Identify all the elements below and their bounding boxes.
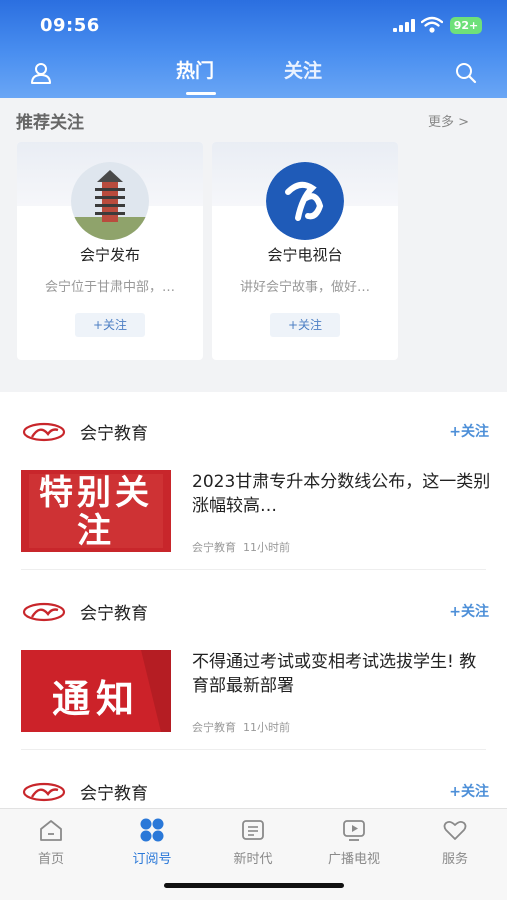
tab-label: 首页 — [37, 852, 64, 867]
signal-icon — [393, 19, 415, 32]
divider — [21, 569, 486, 570]
follow-button[interactable]: +关注 — [270, 313, 340, 337]
follow-button[interactable]: +关注 — [75, 313, 145, 337]
meta-time: 11小时前 — [243, 721, 290, 734]
tab-label: 新时代 — [233, 852, 273, 867]
education-logo-icon — [22, 422, 66, 442]
thumbnail-caption: 通知 — [51, 677, 140, 721]
card-name: 会宁发布 — [79, 246, 140, 264]
thumbnail-caption: 特别关注 — [39, 474, 153, 551]
news-icon — [242, 820, 264, 840]
article-title[interactable]: 不得通过考试或变相考试选拔学生! 教育部最新部署 — [192, 650, 492, 698]
user-icon[interactable] — [28, 60, 54, 86]
status-bar: 09:56 92+ — [0, 0, 507, 48]
tv-station-logo-icon — [266, 162, 344, 240]
tab-broadcast-tv[interactable]: 广播电视 — [314, 817, 394, 867]
top-nav: 热门 关注 — [0, 48, 507, 98]
article-meta: 会宁教育 11小时前 — [192, 719, 290, 735]
section-title-recommend: 推荐关注 — [16, 113, 84, 133]
battery-icon: 92+ — [450, 17, 482, 34]
card-desc: 讲好会宁故事，做好… — [239, 280, 370, 295]
tab-label: 广播电视 — [327, 852, 380, 867]
meta-source: 会宁教育 — [192, 721, 236, 734]
article-title[interactable]: 2023甘肃专升本分数线公布，这一类别涨幅较高… — [192, 470, 492, 518]
follow-button[interactable]: +关注 — [449, 781, 489, 801]
tab-follow[interactable]: 关注 — [284, 56, 322, 83]
recommend-card[interactable]: 会宁电视台 讲好会宁故事，做好… +关注 — [212, 142, 398, 360]
avatar — [71, 162, 149, 240]
active-tab-indicator — [186, 92, 216, 95]
meta-time: 11小时前 — [243, 541, 290, 554]
tab-services[interactable]: 服务 — [415, 817, 495, 867]
tab-subscriptions[interactable]: 订阅号 — [112, 817, 192, 867]
wifi-icon — [421, 16, 443, 33]
tv-icon — [343, 820, 365, 841]
article-meta: 会宁教育 11小时前 — [192, 539, 290, 555]
search-icon[interactable] — [453, 60, 479, 86]
follow-button[interactable]: +关注 — [449, 421, 489, 441]
tab-new-era[interactable]: 新时代 — [213, 817, 293, 867]
card-name: 会宁电视台 — [267, 246, 343, 264]
source-row[interactable]: 会宁教育 +关注 — [0, 770, 507, 808]
meta-source: 会宁教育 — [192, 541, 236, 554]
education-logo-icon — [22, 602, 66, 622]
home-indicator — [164, 883, 344, 888]
status-time: 09:56 — [40, 15, 100, 36]
source-name: 会宁教育 — [80, 604, 148, 624]
more-link[interactable]: 更多 > — [428, 111, 469, 130]
follow-button[interactable]: +关注 — [449, 601, 489, 621]
pagoda-avatar-icon — [71, 162, 149, 240]
header: 09:56 92+ 热门 关注 — [0, 0, 507, 98]
card-desc: 会宁位于甘肃中部，… — [44, 280, 175, 295]
source-row[interactable]: 会宁教育 +关注 — [0, 410, 507, 450]
divider — [21, 749, 486, 750]
tab-label: 订阅号 — [132, 852, 172, 867]
feed-list: 会宁教育 +关注 2023甘肃专升本分数线公布，这一类别涨幅较高… 会宁教育 1… — [0, 392, 507, 808]
tab-home[interactable]: 首页 — [11, 817, 91, 867]
tab-hot[interactable]: 热门 — [176, 56, 214, 83]
education-logo-icon — [22, 782, 66, 802]
source-row[interactable]: 会宁教育 +关注 — [0, 590, 507, 630]
avatar — [266, 162, 344, 240]
tab-label: 服务 — [441, 852, 468, 867]
source-name: 会宁教育 — [80, 784, 148, 804]
home-icon — [40, 820, 62, 841]
grid-icon — [140, 818, 164, 842]
recommend-card[interactable]: 会宁发布 会宁位于甘肃中部，… +关注 — [17, 142, 203, 360]
heart-icon — [443, 820, 467, 840]
source-name: 会宁教育 — [80, 424, 148, 444]
